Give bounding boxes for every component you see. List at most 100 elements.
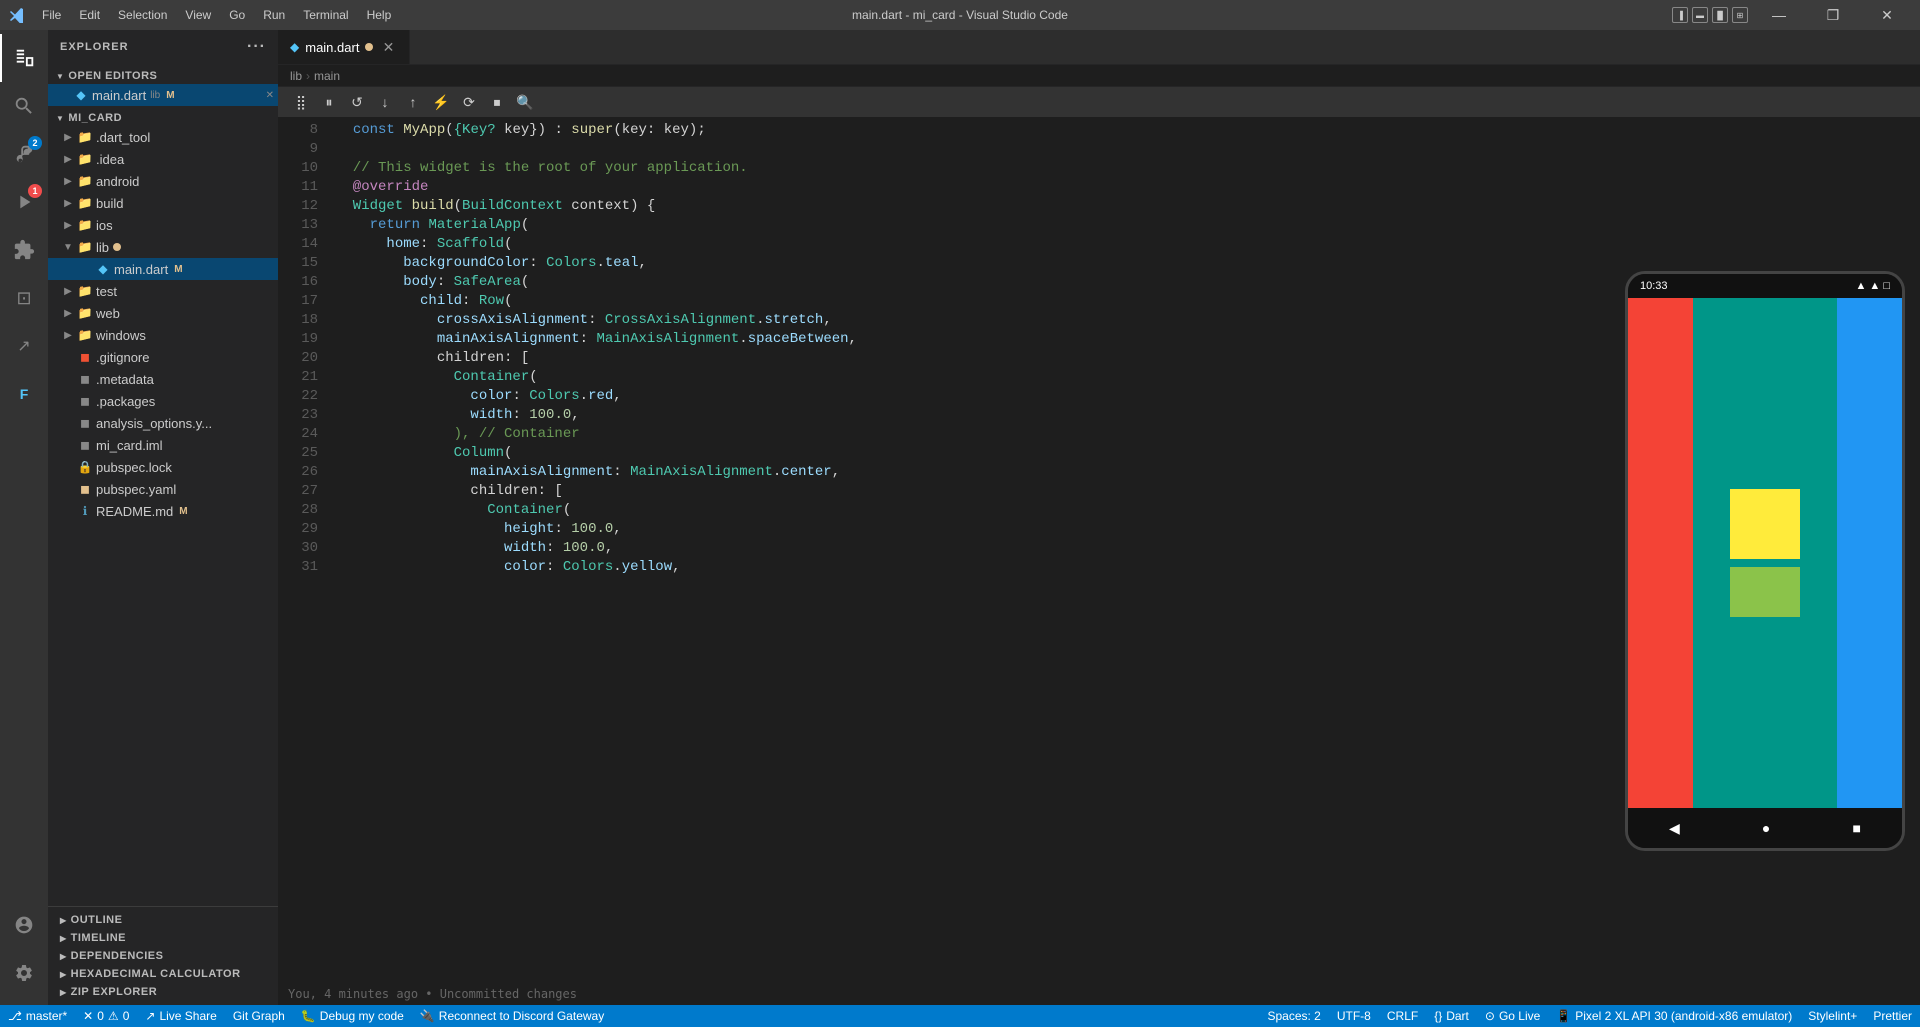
phone-back-button[interactable]: ◀: [1669, 820, 1680, 837]
open-editor-item[interactable]: ◆ main.dart lib M ✕: [48, 84, 278, 106]
tree-item-iml[interactable]: ◼ mi_card.iml: [48, 434, 278, 456]
tree-item-ios[interactable]: ▶ 📁 ios: [48, 214, 278, 236]
status-spaces[interactable]: Spaces: 2: [1259, 1005, 1328, 1027]
menu-help[interactable]: Help: [359, 6, 400, 24]
tree-item-web[interactable]: ▶ 📁 web: [48, 302, 278, 324]
menu-view[interactable]: View: [177, 6, 219, 24]
status-debug-my-code[interactable]: 🐛 Debug my code: [293, 1005, 412, 1027]
tree-item-test[interactable]: ▶ 📁 test: [48, 280, 278, 302]
activity-settings-icon[interactable]: [0, 949, 48, 997]
activity-remote-icon[interactable]: ⊡: [0, 274, 48, 322]
menu-selection[interactable]: Selection: [110, 6, 175, 24]
debug-stop-button[interactable]: ⏹: [486, 91, 508, 113]
breadcrumb-main[interactable]: main: [314, 69, 340, 83]
grid-icon[interactable]: ⊞: [1732, 7, 1748, 23]
tree-item-lib[interactable]: ▼ 📁 lib: [48, 236, 278, 258]
timeline-section[interactable]: ▶ TIMELINE: [48, 929, 278, 947]
titlebar-title: main.dart - mi_card - Visual Studio Code: [852, 8, 1068, 22]
android-folder-icon: 📁: [76, 174, 94, 188]
debug-pause-button[interactable]: ⏸: [318, 91, 340, 113]
light-bulb-icon[interactable]: 💡: [328, 558, 329, 577]
tree-item-metadata[interactable]: ◼ .metadata: [48, 368, 278, 390]
activity-live-share-icon[interactable]: ↗: [0, 322, 48, 370]
close-button[interactable]: ✕: [1864, 0, 1910, 30]
status-reconnect[interactable]: 🔌 Reconnect to Discord Gateway: [412, 1005, 612, 1027]
zip-explorer-section[interactable]: ▶ ZIP EXPLORER: [48, 983, 278, 1001]
code-line-24: ), // Container: [336, 425, 1610, 444]
file-tree: ▼ OPEN EDITORS ◆ main.dart lib M ✕ ▼ MI_…: [48, 64, 278, 906]
sidebar-toggle-icon[interactable]: ▐: [1672, 7, 1688, 23]
split-editor-icon[interactable]: ▐▌: [1712, 7, 1728, 23]
code-editor[interactable]: const MyApp({Key? key}) : super(key: key…: [328, 117, 1610, 1005]
activity-explorer-icon[interactable]: [0, 34, 48, 82]
tree-item-idea[interactable]: ▶ 📁 .idea: [48, 148, 278, 170]
tree-item-dart-tool[interactable]: ▶ 📁 .dart_tool: [48, 126, 278, 148]
mi-card-section[interactable]: ▼ MI_CARD: [48, 110, 278, 126]
status-branch[interactable]: ⎇ master*: [0, 1005, 75, 1027]
reconnect-label: Reconnect to Discord Gateway: [439, 1009, 604, 1023]
status-language[interactable]: {} Dart: [1426, 1005, 1477, 1027]
tree-item-pubspec-lock[interactable]: 🔒 pubspec.lock: [48, 456, 278, 478]
source-control-badge: 2: [28, 136, 42, 150]
menu-terminal[interactable]: Terminal: [295, 6, 356, 24]
analysis-icon: ◼: [76, 416, 94, 430]
activity-search-icon[interactable]: [0, 82, 48, 130]
status-errors[interactable]: ✕ 0 ⚠ 0: [75, 1005, 137, 1027]
menu-go[interactable]: Go: [221, 6, 253, 24]
activity-run-icon[interactable]: 1: [0, 178, 48, 226]
hexdecimal-section[interactable]: ▶ HEXADECIMAL CALCULATOR: [48, 965, 278, 983]
sidebar-more-icon[interactable]: ···: [247, 38, 266, 56]
activity-flutter-icon[interactable]: F: [0, 370, 48, 418]
status-go-live[interactable]: ⊙ Go Live: [1477, 1005, 1548, 1027]
code-line-14: home: Scaffold(: [336, 235, 1610, 254]
debug-hot-restart-button[interactable]: ⟳: [458, 91, 480, 113]
tree-item-packages[interactable]: ◼ .packages: [48, 390, 278, 412]
live-share-label: Live Share: [159, 1009, 216, 1023]
open-editor-close-icon[interactable]: ✕: [266, 90, 274, 101]
debug-inspect-button[interactable]: 🔍: [514, 91, 536, 113]
tab-main-dart[interactable]: ◆ main.dart ✕: [278, 30, 410, 64]
code-line-12: Widget build(BuildContext context) {: [336, 197, 1610, 216]
minimize-button[interactable]: —: [1756, 0, 1802, 30]
main-dart-label: main.dart: [114, 262, 168, 277]
status-line-ending[interactable]: CRLF: [1379, 1005, 1426, 1027]
status-live-share[interactable]: ↗ Live Share: [137, 1005, 224, 1027]
activity-accounts-icon[interactable]: [0, 901, 48, 949]
tree-item-main-dart[interactable]: ◆ main.dart M: [48, 258, 278, 280]
activity-extensions-icon[interactable]: [0, 226, 48, 274]
debug-hot-reload-button[interactable]: ⚡: [430, 91, 452, 113]
tree-item-pubspec-yaml[interactable]: ◼ pubspec.yaml: [48, 478, 278, 500]
debug-step-over-button[interactable]: ↓: [374, 91, 396, 113]
build-chevron: ▶: [60, 198, 76, 209]
status-git-graph[interactable]: Git Graph: [225, 1005, 293, 1027]
debug-step-into-button[interactable]: ↑: [402, 91, 424, 113]
gitignore-icon: ◼: [76, 350, 94, 364]
test-label: test: [96, 284, 117, 299]
activity-source-control-icon[interactable]: 2: [0, 130, 48, 178]
status-encoding[interactable]: UTF-8: [1329, 1005, 1379, 1027]
menu-file[interactable]: File: [34, 6, 69, 24]
dependencies-section[interactable]: ▶ DEPENDENCIES: [48, 947, 278, 965]
phone-home-button[interactable]: ●: [1762, 820, 1770, 836]
tree-item-build[interactable]: ▶ 📁 build: [48, 192, 278, 214]
phone-recent-button[interactable]: ■: [1852, 820, 1860, 836]
menu-run[interactable]: Run: [255, 6, 293, 24]
activity-bar: 2 1 ⊡ ↗ F: [0, 30, 48, 1005]
outline-section[interactable]: ▶ OUTLINE: [48, 911, 278, 929]
tree-item-readme[interactable]: ℹ README.md M: [48, 500, 278, 522]
tree-item-gitignore[interactable]: ◼ .gitignore: [48, 346, 278, 368]
menu-edit[interactable]: Edit: [71, 6, 108, 24]
open-editors-section[interactable]: ▼ OPEN EDITORS: [48, 68, 278, 84]
build-label: build: [96, 196, 123, 211]
tree-item-analysis[interactable]: ◼ analysis_options.y...: [48, 412, 278, 434]
tree-item-android[interactable]: ▶ 📁 android: [48, 170, 278, 192]
tab-close-icon[interactable]: ✕: [379, 38, 397, 56]
restore-button[interactable]: ❐: [1810, 0, 1856, 30]
breadcrumb-lib[interactable]: lib: [290, 69, 302, 83]
tree-item-windows[interactable]: ▶ 📁 windows: [48, 324, 278, 346]
status-stylelint[interactable]: Stylelint+: [1800, 1005, 1865, 1027]
status-prettier[interactable]: Prettier: [1865, 1005, 1920, 1027]
status-device[interactable]: 📱 Pixel 2 XL API 30 (android-x86 emulato…: [1548, 1005, 1800, 1027]
debug-restart-button[interactable]: ↺: [346, 91, 368, 113]
panel-toggle-icon[interactable]: ▬: [1692, 7, 1708, 23]
